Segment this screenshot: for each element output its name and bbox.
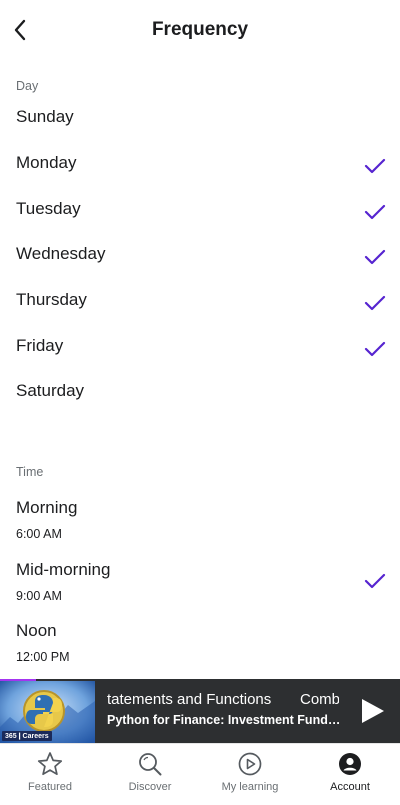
tab-label: My learning <box>221 781 279 793</box>
time-row-noon[interactable]: Noon 12:00 PM <box>0 613 400 669</box>
time-label: Mid-morning <box>16 560 111 579</box>
header: Frequency <box>0 0 400 60</box>
tab-label: Account <box>330 781 370 793</box>
play-button[interactable] <box>354 693 388 729</box>
day-section-label: Day <box>16 79 39 93</box>
checkmark-icon <box>364 249 386 265</box>
tab-my-learning[interactable]: My learning <box>200 744 300 805</box>
play-icon <box>362 699 384 723</box>
day-row-saturday[interactable]: Saturday <box>0 373 400 413</box>
lecture-title-part1: tatements and Functions <box>107 691 272 708</box>
page-title: Frequency <box>151 19 249 40</box>
tab-account[interactable]: Account <box>300 744 400 805</box>
lecture-title-part2: Comb <box>300 691 339 708</box>
checkmark-icon <box>364 295 386 311</box>
bottom-tab-bar: Featured Discover My learning Account <box>0 743 400 805</box>
course-title: Python for Finance: Investment Fundament… <box>107 713 343 727</box>
time-value: 12:00 PM <box>16 650 70 664</box>
time-value: 9:00 AM <box>16 589 62 603</box>
tab-label: Featured <box>27 781 73 793</box>
time-label: Morning <box>16 498 78 517</box>
time-row-mid-morning[interactable]: Mid-morning 9:00 AM <box>0 552 400 608</box>
account-icon <box>334 750 366 778</box>
day-row-thursday[interactable]: Thursday <box>0 282 400 322</box>
day-row-sunday[interactable]: Sunday <box>0 99 400 139</box>
time-row-morning[interactable]: Morning 6:00 AM <box>0 490 400 546</box>
checkmark-icon <box>364 573 386 589</box>
tab-label: Discover <box>128 781 172 793</box>
checkmark-icon <box>364 341 386 357</box>
day-label: Monday <box>16 153 77 172</box>
checkmark-icon <box>364 158 386 174</box>
tab-discover[interactable]: Discover <box>100 744 200 805</box>
mini-player[interactable]: 365❙Careers tatements and Functions Comb… <box>0 679 400 743</box>
day-label: Thursday <box>16 290 87 309</box>
time-section-label: Time <box>16 465 44 479</box>
time-label: Noon <box>16 621 57 640</box>
course-thumbnail[interactable]: 365❙Careers <box>0 681 95 743</box>
time-value: 6:00 AM <box>16 527 62 541</box>
day-label: Friday <box>16 336 64 355</box>
checkmark-icon <box>364 204 386 220</box>
thumbnail-brand-label: 365❙Careers <box>2 731 52 741</box>
star-icon <box>34 750 66 778</box>
day-row-monday[interactable]: Monday <box>0 145 400 185</box>
day-label: Sunday <box>16 107 74 126</box>
day-row-tuesday[interactable]: Tuesday <box>0 191 400 231</box>
search-icon <box>134 750 166 778</box>
day-label: Tuesday <box>16 199 81 218</box>
lecture-title-marquee: tatements and Functions Comb <box>107 691 339 708</box>
day-row-wednesday[interactable]: Wednesday <box>0 236 400 276</box>
day-label: Wednesday <box>16 244 106 263</box>
day-row-friday[interactable]: Friday <box>0 328 400 368</box>
day-label: Saturday <box>16 381 85 400</box>
play-circle-icon <box>234 750 266 778</box>
tab-featured[interactable]: Featured <box>0 744 100 805</box>
